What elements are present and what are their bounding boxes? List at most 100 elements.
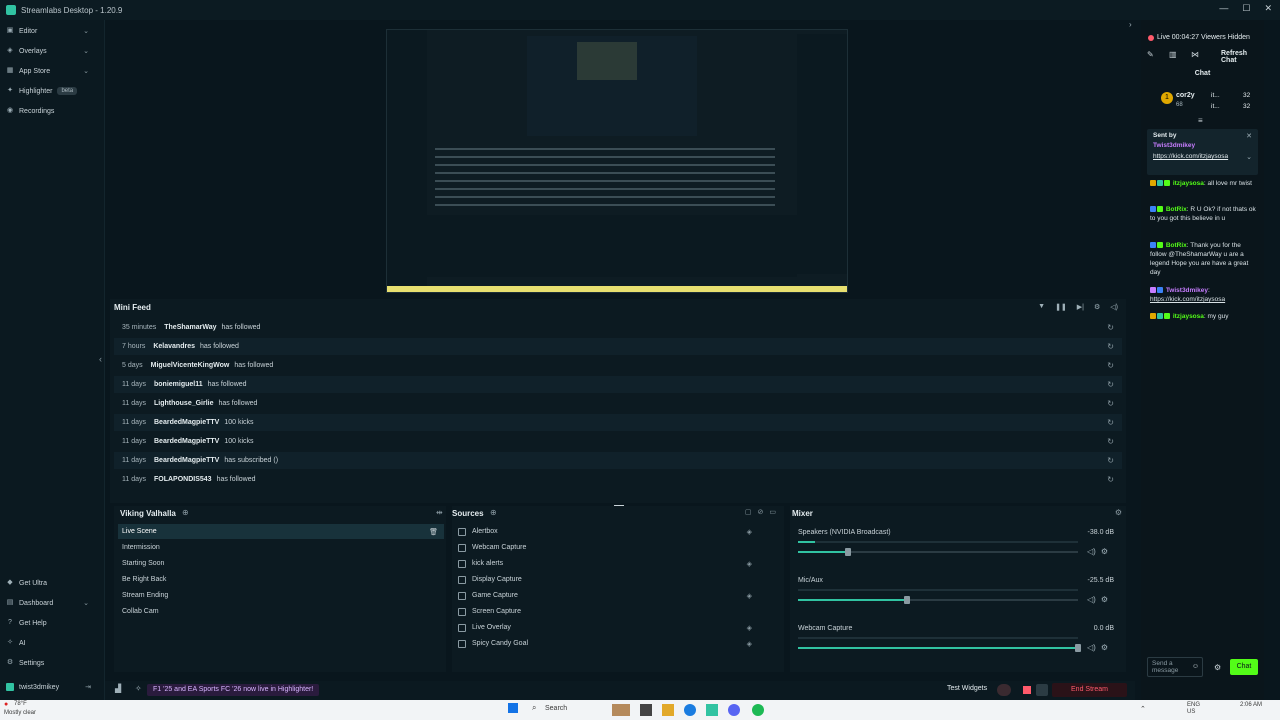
chevron-right-icon[interactable]: › bbox=[1129, 20, 1132, 29]
sidebar-item-recordings[interactable]: ◉ Recordings bbox=[0, 102, 105, 120]
pause-icon[interactable]: ❚❚ bbox=[1055, 303, 1067, 311]
gear-icon[interactable]: ⚙ bbox=[1101, 547, 1108, 556]
minimize-icon[interactable]: — bbox=[1219, 3, 1228, 14]
search-icon[interactable]: ⌕ bbox=[532, 703, 536, 713]
gear-icon[interactable]: ⚙ bbox=[1101, 643, 1108, 652]
scene-item[interactable]: Stream Ending bbox=[118, 588, 444, 603]
speaker-icon[interactable]: ◁) bbox=[1087, 595, 1096, 604]
speaker-icon[interactable]: ◁) bbox=[1087, 547, 1096, 556]
test-widgets-label[interactable]: Test Widgets bbox=[947, 685, 987, 692]
source-item[interactable]: kick alerts ◈ bbox=[454, 556, 780, 571]
expand-leaderboard-icon[interactable]: ≡ bbox=[1198, 116, 1203, 125]
source-item[interactable]: Alertbox ◈ bbox=[454, 524, 780, 539]
speaker-icon[interactable]: ◁) bbox=[1087, 643, 1096, 652]
taskbar-app-icon[interactable] bbox=[640, 704, 652, 716]
share-icon[interactable]: ⋈ bbox=[1191, 50, 1199, 59]
collapse-left-icon[interactable]: ‹ bbox=[99, 354, 102, 364]
chat-input[interactable]: Send a message ☺ bbox=[1147, 657, 1203, 677]
language-indicator[interactable]: ENG US bbox=[1187, 702, 1200, 716]
stream-preview[interactable] bbox=[386, 29, 848, 293]
visibility-icon[interactable]: ◈ bbox=[747, 528, 752, 536]
source-item[interactable]: Live Overlay ◈ bbox=[454, 620, 780, 635]
popout-icon[interactable]: ▥ bbox=[1169, 50, 1177, 59]
settings-icon[interactable]: ⚙ bbox=[1094, 303, 1100, 311]
logout-icon[interactable]: ⇥ bbox=[85, 683, 91, 691]
sidebar-item-editor[interactable]: ▣ Editor ⌄ bbox=[0, 22, 105, 40]
sidebar-user[interactable]: twist3dmikey ⇥ bbox=[0, 678, 105, 696]
emote-icon[interactable]: ☺ bbox=[1192, 663, 1199, 670]
send-chat-button[interactable]: Chat bbox=[1230, 659, 1258, 675]
scene-item[interactable]: Starting Soon bbox=[118, 556, 444, 571]
skip-icon[interactable]: ▶| bbox=[1077, 303, 1084, 311]
volume-slider[interactable] bbox=[798, 644, 1081, 652]
streamlabs-icon[interactable] bbox=[706, 704, 718, 716]
repeat-icon[interactable]: ↻ bbox=[1107, 323, 1114, 332]
repeat-icon[interactable]: ↻ bbox=[1107, 475, 1114, 484]
highlighter-notification[interactable]: F1 '25 and EA Sports FC '26 now live in … bbox=[147, 684, 320, 696]
sidebar-item-settings[interactable]: ⚙ Settings bbox=[0, 654, 105, 672]
visibility-icon[interactable]: ◈ bbox=[747, 592, 752, 600]
add-scene-icon[interactable]: ⊕ bbox=[182, 508, 189, 517]
system-tray-icon[interactable]: ⌃ bbox=[1140, 705, 1146, 713]
source-item[interactable]: Spicy Candy Goal ◈ bbox=[454, 636, 780, 651]
scene-item[interactable]: Intermission bbox=[118, 540, 444, 555]
sidebar-item-get-help[interactable]: ? Get Help bbox=[0, 614, 105, 632]
refresh-chat-button[interactable]: Refresh Chat bbox=[1221, 50, 1264, 64]
source-item[interactable]: Screen Capture bbox=[454, 604, 780, 619]
sidebar-item-dashboard[interactable]: ▤ Dashboard ⌄ bbox=[0, 594, 105, 612]
volume-slider[interactable] bbox=[798, 596, 1078, 604]
volume-slider-handle[interactable] bbox=[845, 548, 852, 556]
weather-temp[interactable]: 78°F bbox=[14, 701, 27, 707]
unpin-icon[interactable]: ✕ bbox=[1246, 132, 1252, 140]
lock-icon[interactable]: ⊘ bbox=[758, 508, 764, 516]
notification-icon[interactable]: ✧ bbox=[135, 684, 142, 693]
maximize-icon[interactable]: ☐ bbox=[1242, 3, 1250, 14]
visibility-icon[interactable]: ◈ bbox=[747, 640, 752, 648]
sidebar-item-get-ultra[interactable]: ◆ Get Ultra bbox=[0, 574, 105, 592]
taskbar-search[interactable]: Search bbox=[545, 705, 567, 712]
source-item[interactable]: Game Capture ◈ bbox=[454, 588, 780, 603]
repeat-icon[interactable]: ↻ bbox=[1107, 399, 1114, 408]
edit-source-icon[interactable]: ▢ bbox=[745, 508, 752, 516]
volume-slider-handle[interactable] bbox=[1075, 644, 1081, 652]
volume-icon[interactable]: ◁) bbox=[1110, 303, 1118, 311]
repeat-icon[interactable]: ↻ bbox=[1107, 456, 1114, 465]
scene-transition-icon[interactable]: ⇹ bbox=[436, 508, 443, 517]
windows-start-icon[interactable] bbox=[508, 703, 518, 713]
add-source-icon[interactable]: ⊕ bbox=[490, 508, 497, 517]
sidebar-item-ai[interactable]: ✧ AI bbox=[0, 634, 105, 652]
source-item[interactable]: Display Capture bbox=[454, 572, 780, 587]
scene-item[interactable]: Live Scene 🗑 bbox=[118, 524, 444, 539]
pinned-link[interactable]: https://kick.com/itzjaysosa bbox=[1153, 152, 1229, 161]
viewers-hidden-toggle[interactable]: Viewers Hidden bbox=[1201, 34, 1250, 41]
repeat-icon[interactable]: ↻ bbox=[1107, 342, 1114, 351]
performance-icon[interactable]: ▟ bbox=[115, 684, 121, 693]
volume-slider-handle[interactable] bbox=[904, 596, 911, 604]
close-icon[interactable]: ✕ bbox=[1264, 3, 1272, 14]
edit-icon[interactable]: ✎ bbox=[1147, 50, 1154, 59]
filter-icon[interactable]: ▼ bbox=[1038, 303, 1045, 311]
taskbar-app-icon[interactable] bbox=[612, 704, 630, 716]
replay-buffer-icon[interactable] bbox=[1036, 684, 1048, 696]
source-item[interactable]: Webcam Capture bbox=[454, 540, 780, 555]
end-stream-button[interactable]: End Stream bbox=[1052, 683, 1127, 697]
repeat-icon[interactable]: ↻ bbox=[1107, 380, 1114, 389]
volume-slider[interactable] bbox=[798, 548, 1078, 556]
scene-item[interactable]: Be Right Back bbox=[118, 572, 444, 587]
sidebar-item-app-store[interactable]: ▦ App Store ⌄ bbox=[0, 62, 105, 80]
visibility-icon[interactable]: ◈ bbox=[747, 560, 752, 568]
repeat-icon[interactable]: ↻ bbox=[1107, 418, 1114, 427]
chat-settings-icon[interactable]: ⚙ bbox=[1214, 663, 1221, 672]
record-toggle[interactable] bbox=[997, 684, 1011, 696]
file-explorer-icon[interactable] bbox=[662, 704, 674, 716]
repeat-icon[interactable]: ↻ bbox=[1107, 437, 1114, 446]
folder-icon[interactable]: ▭ bbox=[769, 508, 776, 516]
discord-icon[interactable] bbox=[728, 704, 740, 716]
chevron-down-icon[interactable]: ⌄ bbox=[1246, 153, 1252, 161]
scene-item[interactable]: Collab Cam bbox=[118, 604, 444, 619]
sidebar-item-highlighter[interactable]: ✦ Highlighter beta bbox=[0, 82, 105, 100]
edge-browser-icon[interactable] bbox=[684, 704, 696, 716]
stop-record-icon[interactable] bbox=[1023, 686, 1031, 694]
gear-icon[interactable]: ⚙ bbox=[1101, 595, 1108, 604]
scene-collection-title[interactable]: Viking Valhalla bbox=[120, 509, 176, 518]
